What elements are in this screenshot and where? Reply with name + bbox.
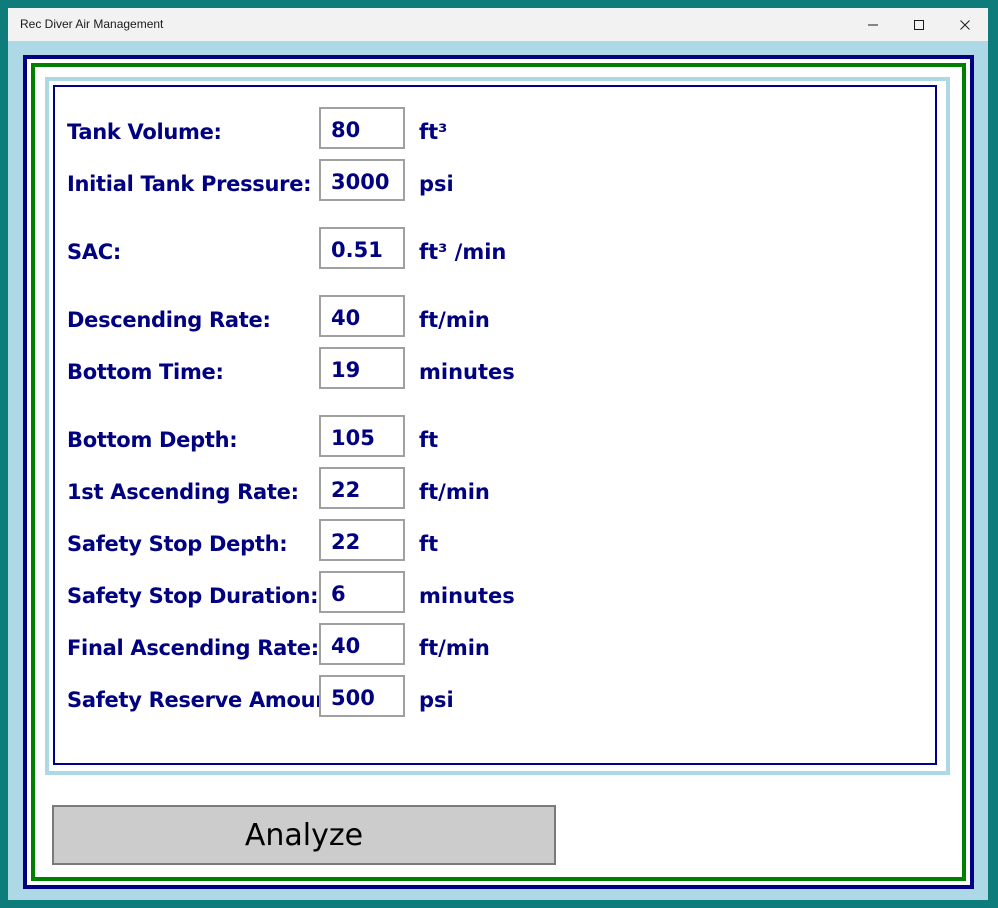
tank-volume-unit: ft³: [419, 120, 448, 144]
close-icon: [960, 19, 970, 30]
row-safety-reserve-amount: Safety Reserve Amount: psi: [55, 675, 915, 717]
safety-reserve-amount-label: Safety Reserve Amount:: [67, 688, 348, 712]
bottom-depth-label: Bottom Depth:: [67, 428, 238, 452]
bottom-depth-unit: ft: [419, 428, 439, 452]
row-final-ascending-rate: Final Ascending Rate: ft/min: [55, 623, 915, 665]
green-border: Tank Volume: ft³ Initial Tank Pressure: …: [31, 63, 966, 881]
row-bottom-time: Bottom Time: minutes: [55, 347, 915, 389]
safety-stop-duration-unit: minutes: [419, 584, 515, 608]
sac-unit: ft³ /min: [419, 240, 507, 264]
tank-volume-label: Tank Volume:: [67, 120, 222, 144]
row-tank-volume: Tank Volume: ft³: [55, 107, 915, 149]
sac-label: SAC:: [67, 240, 121, 264]
final-ascending-rate-input[interactable]: [319, 623, 405, 665]
safety-stop-duration-label: Safety Stop Duration:: [67, 584, 319, 608]
tank-volume-input[interactable]: [319, 107, 405, 149]
maximize-button[interactable]: [896, 8, 942, 41]
minimize-icon: [868, 24, 878, 25]
row-bottom-depth: Bottom Depth: ft: [55, 415, 915, 457]
outer-border: Tank Volume: ft³ Initial Tank Pressure: …: [23, 55, 974, 889]
bottom-depth-input[interactable]: [319, 415, 405, 457]
safety-stop-duration-input[interactable]: [319, 571, 405, 613]
final-ascending-rate-label: Final Ascending Rate:: [67, 636, 319, 660]
input-panel: Tank Volume: ft³ Initial Tank Pressure: …: [53, 85, 937, 765]
row-sac: SAC: ft³ /min: [55, 227, 915, 269]
first-ascending-rate-input[interactable]: [319, 467, 405, 509]
window-title: Rec Diver Air Management: [20, 17, 164, 31]
safety-reserve-amount-input[interactable]: [319, 675, 405, 717]
row-descending-rate: Descending Rate: ft/min: [55, 295, 915, 337]
bottom-time-unit: minutes: [419, 360, 515, 384]
descending-rate-input[interactable]: [319, 295, 405, 337]
minimize-button[interactable]: [850, 8, 896, 41]
safety-stop-depth-label: Safety Stop Depth:: [67, 532, 288, 556]
bottom-time-input[interactable]: [319, 347, 405, 389]
descending-rate-label: Descending Rate:: [67, 308, 271, 332]
initial-tank-pressure-unit: psi: [419, 172, 454, 196]
row-safety-stop-depth: Safety Stop Depth: ft: [55, 519, 915, 561]
close-button[interactable]: [942, 8, 988, 41]
safety-stop-depth-input[interactable]: [319, 519, 405, 561]
first-ascending-rate-unit: ft/min: [419, 480, 490, 504]
maximize-icon: [914, 19, 924, 30]
input-panel-border: Tank Volume: ft³ Initial Tank Pressure: …: [45, 77, 950, 775]
sac-input[interactable]: [319, 227, 405, 269]
app-window: Rec Diver Air Management Tank Volume: ft…: [8, 8, 988, 900]
final-ascending-rate-unit: ft/min: [419, 636, 490, 660]
descending-rate-unit: ft/min: [419, 308, 490, 332]
row-safety-stop-duration: Safety Stop Duration: minutes: [55, 571, 915, 613]
bottom-time-label: Bottom Time:: [67, 360, 224, 384]
analyze-button[interactable]: Analyze: [52, 805, 556, 865]
safety-reserve-amount-unit: psi: [419, 688, 454, 712]
title-bar[interactable]: Rec Diver Air Management: [8, 8, 988, 41]
safety-stop-depth-unit: ft: [419, 532, 439, 556]
initial-tank-pressure-input[interactable]: [319, 159, 405, 201]
initial-tank-pressure-label: Initial Tank Pressure:: [67, 172, 312, 196]
row-first-ascending-rate: 1st Ascending Rate: ft/min: [55, 467, 915, 509]
first-ascending-rate-label: 1st Ascending Rate:: [67, 480, 299, 504]
row-initial-tank-pressure: Initial Tank Pressure: psi: [55, 159, 915, 201]
